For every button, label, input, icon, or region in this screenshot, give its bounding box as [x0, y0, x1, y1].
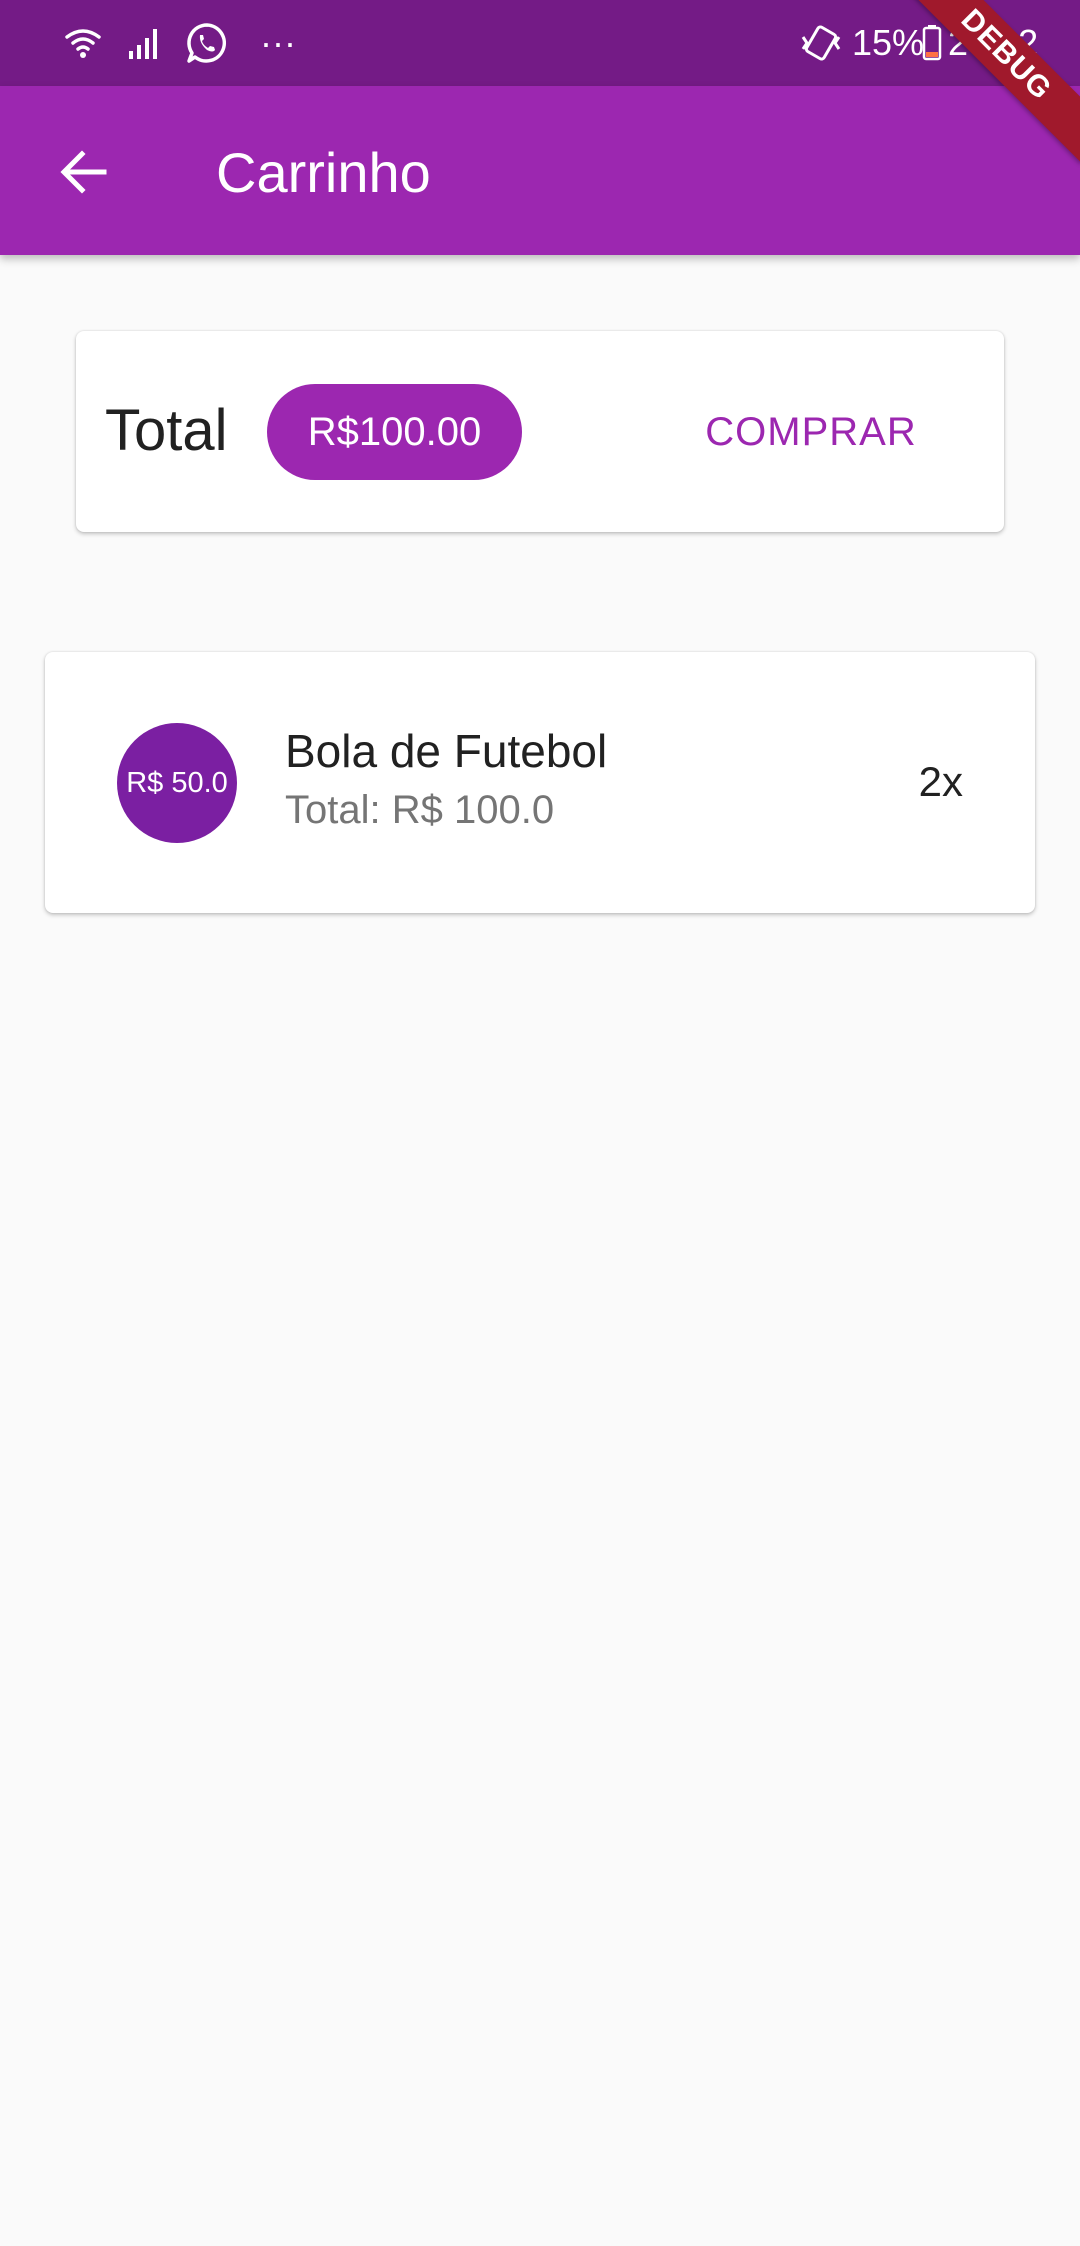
item-name: Bola de Futebol [285, 725, 608, 777]
wifi-icon [60, 20, 106, 66]
vibrate-icon [798, 20, 844, 66]
total-label: Total [105, 398, 228, 463]
total-card: Total R$100.00 COMPRAR [76, 331, 1004, 532]
status-bar: ··· 15% 20:32 [0, 0, 1080, 86]
item-subtotal: Total: R$ 100.0 [285, 788, 555, 832]
item-quantity: 2x [918, 758, 963, 805]
battery-percent: 15% [852, 22, 925, 63]
arrow-back-icon [60, 150, 107, 194]
battery-icon [920, 20, 944, 66]
more-notifications-icon: ··· [260, 22, 296, 63]
total-amount-chip: R$100.00 [267, 384, 522, 480]
back-button[interactable] [44, 132, 124, 212]
page-title: Carrinho [216, 141, 431, 204]
app-bar: Carrinho [0, 86, 1080, 255]
signal-icon [122, 20, 168, 66]
buy-button[interactable]: COMPRAR [688, 393, 934, 471]
price-avatar: R$ 50.0 [117, 723, 237, 843]
whatsapp-icon [184, 20, 230, 66]
cart-item[interactable]: R$ 50.0 Bola de Futebol Total: R$ 100.0 … [45, 652, 1035, 913]
